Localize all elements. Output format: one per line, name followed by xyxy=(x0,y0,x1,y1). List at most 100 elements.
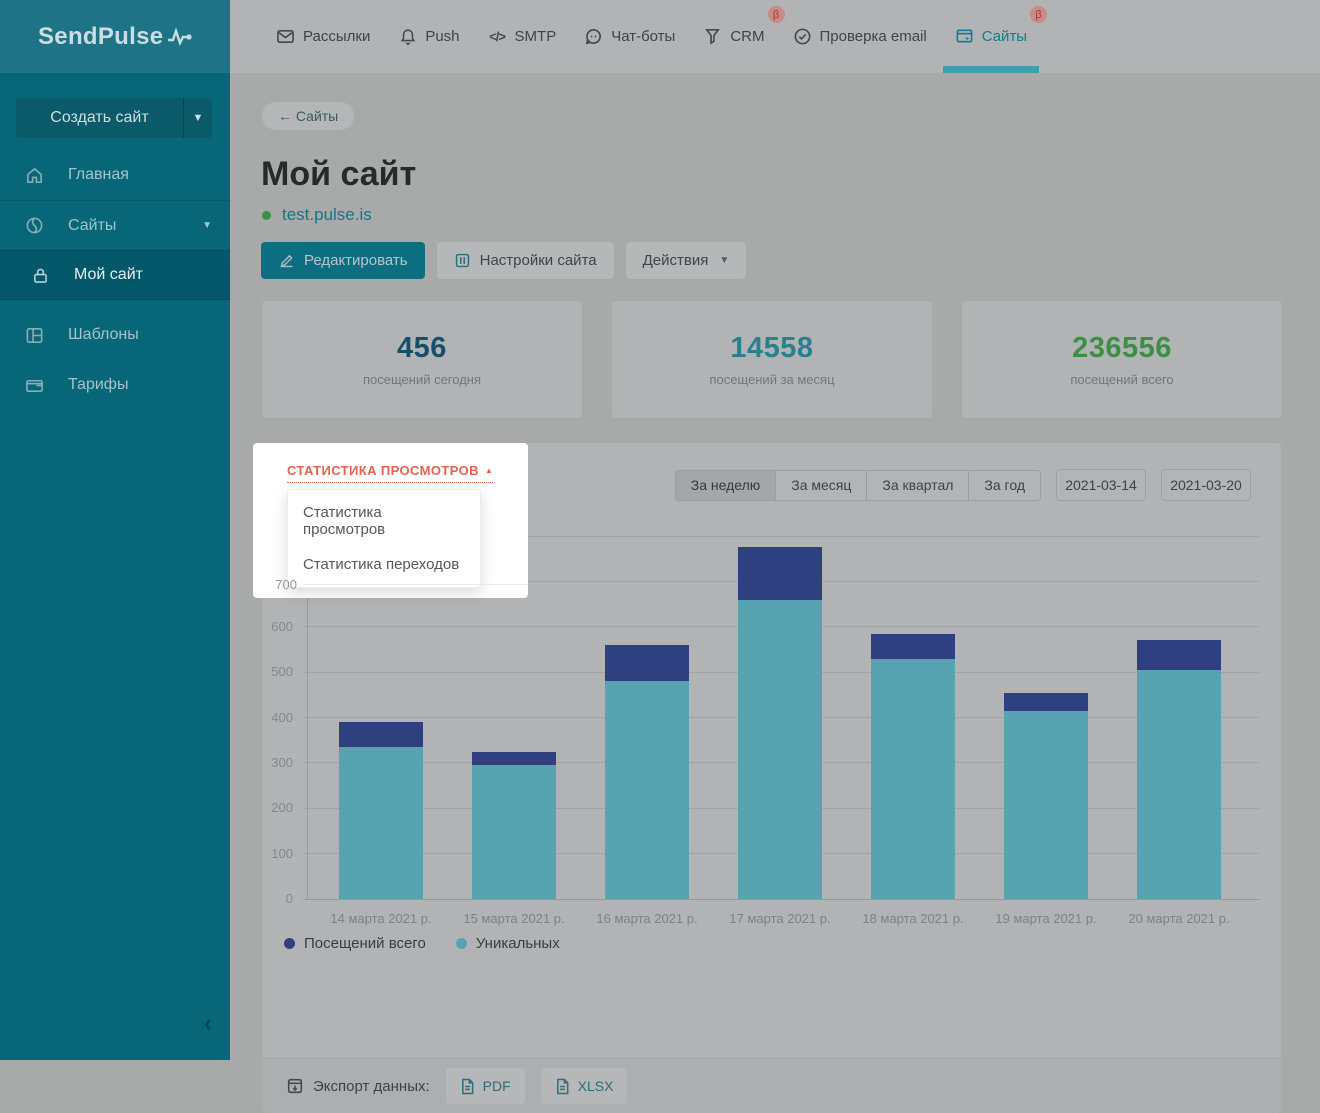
bar-unique-segment[interactable] xyxy=(871,659,955,899)
range-quarter-button[interactable]: За квартал xyxy=(867,470,969,501)
envelope-icon xyxy=(276,27,295,46)
actions-label: Действия xyxy=(643,252,709,269)
sidebar-nav: Главная Сайты ▼ Мой сайт xyxy=(0,150,230,410)
edit-button[interactable]: Редактировать xyxy=(261,242,425,279)
bar-unique-segment[interactable] xyxy=(472,765,556,899)
sidebar-item-label: Шаблоны xyxy=(68,326,139,344)
nav-item-smtp[interactable]: </> SMTP xyxy=(474,0,571,73)
stats-row: 456 посещений сегодня 14558 посещений за… xyxy=(262,301,1282,418)
y-axis-tick-label: 200 xyxy=(271,800,293,815)
range-week-button[interactable]: За неделю xyxy=(675,470,777,501)
range-year-button[interactable]: За год xyxy=(969,470,1041,501)
stat-label-total: посещений всего xyxy=(1070,372,1173,387)
stat-card-month: 14558 посещений за месяц xyxy=(612,301,932,418)
bar-unique-segment[interactable] xyxy=(738,600,822,899)
date-from-input[interactable]: 2021-03-14 xyxy=(1056,469,1146,501)
bar-2[interactable] xyxy=(472,752,556,899)
beta-badge: β xyxy=(1030,6,1047,23)
chevron-down-icon[interactable]: ▼ xyxy=(202,220,212,231)
stat-card-total: 236556 посещений всего xyxy=(962,301,1282,418)
y-axis-tick-label: 600 xyxy=(271,619,293,634)
actions-dropdown-button[interactable]: Действия ▼ xyxy=(626,242,747,279)
nav-item-crm[interactable]: CRM β xyxy=(689,0,778,73)
x-axis-label: 20 марта 2021 р. xyxy=(1109,911,1249,926)
nav-item-chatbots[interactable]: Чат-боты xyxy=(570,0,689,73)
sidebar-collapse-button[interactable]: ‹ xyxy=(204,1010,212,1038)
nav-label: Чат-боты xyxy=(611,28,675,45)
sidebar-item-label: Тарифы xyxy=(68,376,128,394)
chevron-down-icon: ▼ xyxy=(719,255,729,266)
site-settings-label: Настройки сайта xyxy=(480,252,597,269)
bar-7[interactable] xyxy=(1137,640,1221,899)
gridline-segment xyxy=(304,584,528,585)
top-navigation: Рассылки Push </> SMTP Чат-боты CRM β xyxy=(230,0,1320,73)
bar-3[interactable] xyxy=(605,645,689,899)
pencil-icon xyxy=(278,252,295,269)
export-pdf-button[interactable]: PDF xyxy=(446,1068,525,1104)
nav-item-sites[interactable]: Сайты β xyxy=(941,0,1041,73)
bar-unique-segment[interactable] xyxy=(1137,670,1221,899)
bar-unique-segment[interactable] xyxy=(1004,711,1088,899)
create-site-button[interactable]: Создать сайт ▼ xyxy=(16,98,212,138)
bar-5[interactable] xyxy=(871,634,955,899)
x-axis-label: 16 марта 2021 р. xyxy=(577,911,717,926)
range-button-group: За неделю За месяц За квартал За год xyxy=(675,470,1041,501)
chatbot-icon xyxy=(584,27,603,46)
x-axis-label: 14 марта 2021 р. xyxy=(311,911,451,926)
nav-item-email-verify[interactable]: Проверка email xyxy=(779,0,941,73)
legend-item-unique[interactable]: Уникальных xyxy=(456,935,560,952)
legend-dot-total xyxy=(284,938,295,949)
export-footer: Экспорт данных: PDF XLSX xyxy=(262,1058,1281,1113)
lock-icon xyxy=(30,265,50,285)
crm-icon xyxy=(703,27,722,46)
logo-bar: SendPulse xyxy=(0,0,230,73)
site-url-row: test.pulse.is xyxy=(262,205,372,225)
legend-label-total: Посещений всего xyxy=(304,935,426,952)
site-url-link[interactable]: test.pulse.is xyxy=(282,205,372,225)
nav-item-mailings[interactable]: Рассылки xyxy=(262,0,384,73)
chevron-up-icon: ▲ xyxy=(485,466,493,475)
menu-item-views-statistics[interactable]: Статистика просмотров xyxy=(288,495,480,547)
dropdown-spotlight: СТАТИСТИКА ПРОСМОТРОВ ▲ Статистика просм… xyxy=(253,443,528,598)
sidebar-item-main[interactable]: Главная xyxy=(0,150,230,200)
date-to-input[interactable]: 2021-03-20 xyxy=(1161,469,1251,501)
bar-1[interactable] xyxy=(339,722,423,899)
nav-label: Рассылки xyxy=(303,28,370,45)
nav-item-push[interactable]: Push xyxy=(384,0,473,73)
sendpulse-logo[interactable]: SendPulse xyxy=(38,23,163,51)
home-icon xyxy=(24,165,44,185)
y-axis-tick-label: 0 xyxy=(286,891,293,906)
export-xlsx-button[interactable]: XLSX xyxy=(541,1068,628,1104)
stat-value-today: 456 xyxy=(397,332,447,365)
wallet-icon xyxy=(24,375,44,395)
legend-dot-unique xyxy=(456,938,467,949)
breadcrumb-back-sites[interactable]: ← Сайты xyxy=(262,102,354,130)
check-circle-icon xyxy=(793,27,812,46)
globe-icon xyxy=(24,216,44,236)
page-title: Мой сайт xyxy=(261,155,416,194)
statistics-type-selector[interactable]: СТАТИСТИКА ПРОСМОТРОВ ▲ xyxy=(287,463,493,483)
document-icon xyxy=(460,1078,475,1095)
sidebar-item-pricing[interactable]: Тарифы xyxy=(0,360,230,410)
bar-unique-segment[interactable] xyxy=(339,747,423,899)
bar-unique-segment[interactable] xyxy=(605,681,689,899)
x-axis-label: 19 марта 2021 р. xyxy=(976,911,1116,926)
chevron-down-icon[interactable]: ▼ xyxy=(184,112,212,124)
nav-label: Проверка email xyxy=(820,28,927,45)
x-axis-label: 15 марта 2021 р. xyxy=(444,911,584,926)
bar-6[interactable] xyxy=(1004,693,1088,899)
bar-4[interactable] xyxy=(738,547,822,899)
stat-label-today: посещений сегодня xyxy=(363,372,481,387)
x-axis-label: 18 марта 2021 р. xyxy=(843,911,983,926)
sidebar-item-sites[interactable]: Сайты ▼ xyxy=(0,200,230,250)
legend-item-total[interactable]: Посещений всего xyxy=(284,935,426,952)
pulse-icon xyxy=(167,27,193,47)
stat-value-month: 14558 xyxy=(730,332,813,365)
range-month-button[interactable]: За месяц xyxy=(776,470,867,501)
sidebar-item-my-site[interactable]: Мой сайт xyxy=(0,250,230,300)
y-axis-tick-label: 500 xyxy=(271,664,293,679)
site-settings-button[interactable]: Настройки сайта xyxy=(437,242,614,279)
export-pdf-label: PDF xyxy=(483,1078,511,1094)
sidebar-item-templates[interactable]: Шаблоны xyxy=(0,310,230,360)
menu-item-clicks-statistics[interactable]: Статистика переходов xyxy=(288,547,480,582)
